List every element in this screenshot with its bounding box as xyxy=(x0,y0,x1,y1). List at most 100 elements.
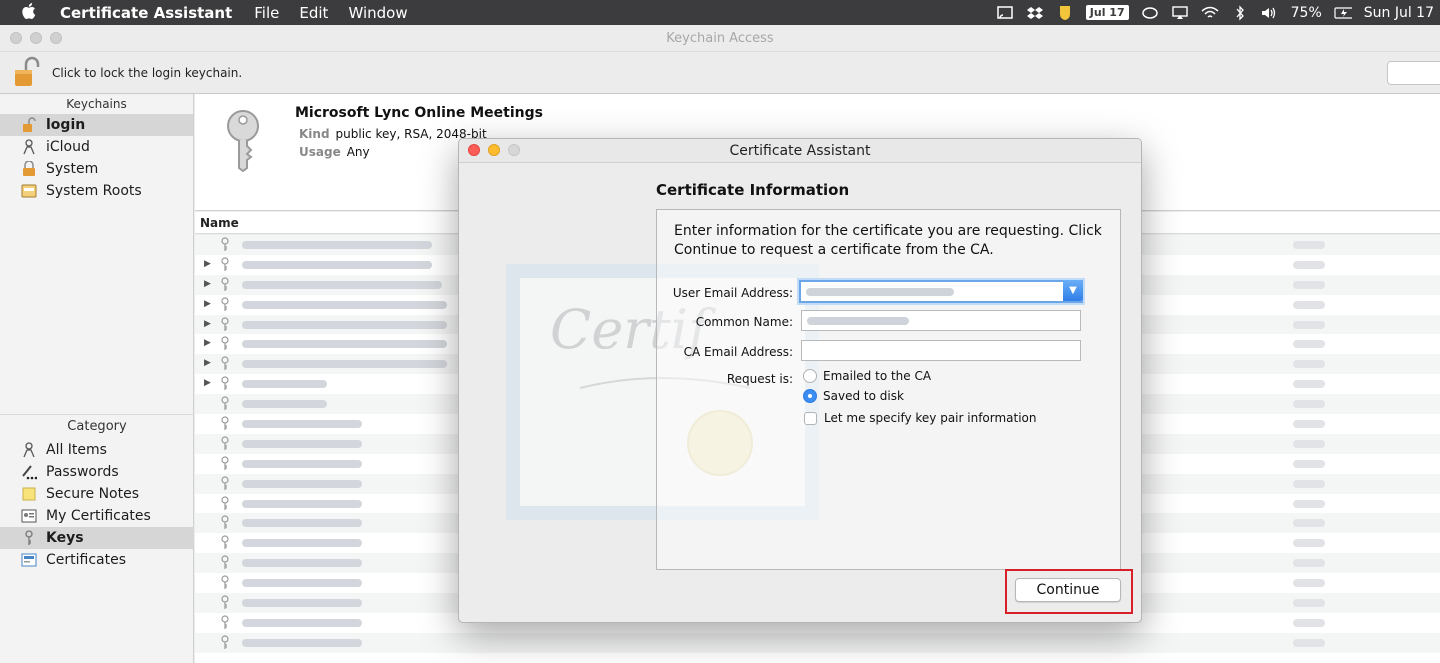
date-badge[interactable]: Jul 17 xyxy=(1085,5,1129,20)
sidebar-item-label: System xyxy=(46,161,99,177)
common-name-value xyxy=(807,317,909,325)
redacted-name xyxy=(242,320,447,329)
disclosure-triangle-icon[interactable]: ▶ xyxy=(204,299,211,309)
sidebar-item-system-roots[interactable]: System Roots xyxy=(0,180,193,202)
wifi-icon[interactable] xyxy=(1201,5,1219,21)
sidebar-item-system[interactable]: System xyxy=(0,158,193,180)
redacted-keychain xyxy=(1293,618,1325,627)
menubar-clock[interactable]: Sun Jul 17 xyxy=(1364,5,1434,21)
key-icon xyxy=(221,336,229,351)
radio-button-selected[interactable] xyxy=(803,389,817,403)
radio-saved-to-disk[interactable]: Saved to disk xyxy=(803,389,904,403)
usage-label: Usage xyxy=(299,145,341,159)
sidebar-item-my-certificates[interactable]: My Certificates xyxy=(0,505,194,527)
certificate-info-panel: Enter information for the certificate yo… xyxy=(656,209,1121,570)
bluetooth-icon[interactable] xyxy=(1231,4,1249,21)
sidebar-item-label: All Items xyxy=(46,442,107,458)
radio-emailed-to-ca[interactable]: Emailed to the CA xyxy=(803,369,931,383)
disclosure-triangle-icon[interactable]: ▶ xyxy=(204,378,211,388)
large-key-icon xyxy=(221,108,265,173)
app-menu[interactable]: Certificate Assistant xyxy=(60,4,232,22)
sidebar-item-label: iCloud xyxy=(46,139,90,155)
user-email-field[interactable]: ▼ xyxy=(799,280,1083,303)
radio-label: Emailed to the CA xyxy=(823,369,932,383)
checkbox-label: Let me specify key pair information xyxy=(824,411,1037,425)
edit-menu[interactable]: Edit xyxy=(299,4,328,22)
redacted-keychain xyxy=(1293,400,1325,409)
checkbox[interactable] xyxy=(804,411,817,425)
key-icon xyxy=(221,436,229,450)
sidebar-item-label: Certificates xyxy=(46,552,127,568)
redacted-name xyxy=(242,519,362,528)
certificate-icon xyxy=(20,552,38,568)
common-name-field[interactable] xyxy=(801,310,1081,331)
sidebar-item-secure-notes[interactable]: Secure Notes xyxy=(0,483,194,505)
menu-bar: Certificate Assistant File Edit Window J… xyxy=(0,0,1440,25)
app-extension-icon[interactable] xyxy=(1141,5,1159,21)
key-icon xyxy=(221,297,229,311)
cloud-person-icon xyxy=(20,139,38,155)
sidebar: Keychains login iCloud System System Roo… xyxy=(0,94,194,663)
airplay-icon[interactable] xyxy=(1171,5,1189,21)
lock-keychain-text[interactable]: Click to lock the login keychain. xyxy=(52,66,242,80)
sidebar-item-icloud[interactable]: iCloud xyxy=(0,136,193,158)
continue-button[interactable]: Continue xyxy=(1015,578,1121,602)
sidebar-item-passwords[interactable]: Passwords xyxy=(0,461,194,483)
sidebar-item-label: My Certificates xyxy=(46,508,151,524)
key-icon xyxy=(221,356,229,371)
sidebar-item-certificates[interactable]: Certificates xyxy=(0,549,194,571)
cast-icon[interactable] xyxy=(996,5,1014,21)
disclosure-triangle-icon[interactable]: ▶ xyxy=(204,358,211,368)
battery-percent[interactable]: 75% xyxy=(1291,5,1322,21)
certificate-assistant-dialog: Certificate Assistant Certif Certificate… xyxy=(458,138,1142,623)
redacted-keychain xyxy=(1293,320,1325,329)
redacted-name xyxy=(242,439,362,448)
redacted-keychain xyxy=(1293,280,1325,289)
key-icon xyxy=(221,495,229,510)
sidebar-item-all-items[interactable]: All Items xyxy=(0,439,194,461)
volume-icon[interactable] xyxy=(1261,5,1279,21)
file-menu[interactable]: File xyxy=(254,4,279,22)
my-certificate-icon xyxy=(20,508,38,524)
window-menu[interactable]: Window xyxy=(348,4,407,22)
redacted-keychain xyxy=(1293,300,1325,309)
dropbox-icon[interactable] xyxy=(1026,5,1044,21)
toolbar: Click to lock the login keychain. xyxy=(0,52,1440,94)
redacted-name xyxy=(242,241,432,249)
shield-icon[interactable] xyxy=(1056,5,1074,21)
redacted-keychain xyxy=(1293,459,1325,468)
disclosure-triangle-icon[interactable]: ▶ xyxy=(204,338,211,348)
sidebar-item-keys[interactable]: Keys xyxy=(0,527,194,549)
sidebar-item-label: login xyxy=(46,117,86,133)
disclosure-triangle-icon[interactable]: ▶ xyxy=(204,259,211,269)
redacted-name xyxy=(242,499,362,508)
key-icon xyxy=(221,456,229,470)
disclosure-triangle-icon[interactable]: ▶ xyxy=(204,319,211,329)
ca-email-field[interactable] xyxy=(801,340,1081,361)
specify-key-pair-checkbox[interactable]: Let me specify key pair information xyxy=(804,411,1037,425)
redacted-keychain xyxy=(1293,638,1325,647)
key-icon xyxy=(221,237,229,251)
battery-icon[interactable] xyxy=(1334,5,1352,21)
window-title-bar: Keychain Access xyxy=(0,25,1440,52)
sidebar-item-label: Passwords xyxy=(46,464,119,480)
table-row[interactable] xyxy=(195,632,1440,653)
sidebar-item-login[interactable]: login xyxy=(0,114,193,136)
apple-logo-icon[interactable] xyxy=(22,2,42,24)
redacted-keychain xyxy=(1293,360,1325,369)
disclosure-triangle-icon[interactable]: ▶ xyxy=(204,279,211,289)
key-icon xyxy=(221,257,229,271)
unlocked-padlock-icon[interactable] xyxy=(14,56,40,88)
unlocked-padlock-icon xyxy=(20,117,38,133)
key-icon xyxy=(221,316,229,331)
column-header-name[interactable]: Name xyxy=(200,216,239,230)
dialog-heading: Certificate Information xyxy=(656,181,850,199)
redacted-name xyxy=(242,280,442,289)
radio-button[interactable] xyxy=(803,369,817,383)
sidebar-item-label: System Roots xyxy=(46,183,142,199)
redacted-name xyxy=(242,459,362,468)
key-icon xyxy=(20,530,38,546)
chevron-down-icon[interactable]: ▼ xyxy=(1063,280,1083,301)
redacted-name xyxy=(242,380,327,389)
search-input[interactable] xyxy=(1387,61,1440,85)
